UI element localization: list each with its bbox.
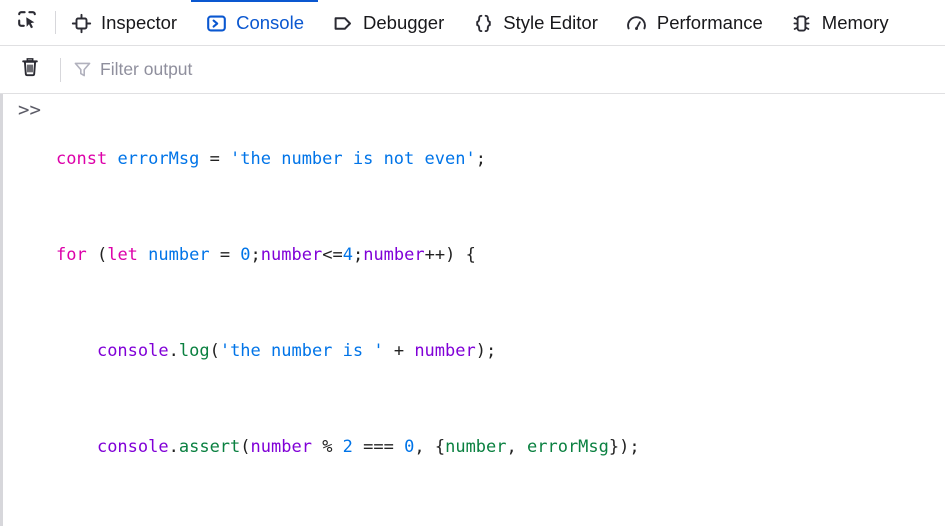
console-input-code: const errorMsg = 'the number is not even… (56, 94, 945, 526)
tab-console[interactable]: Console (191, 0, 318, 45)
keyword-let: let (107, 245, 138, 265)
code-line-1: const errorMsg = 'the number is not even… (56, 149, 486, 169)
debugger-icon (332, 13, 354, 35)
console-icon (205, 13, 227, 35)
filter-icon (73, 60, 92, 79)
method-log: log (178, 341, 210, 361)
tab-console-label: Console (236, 12, 304, 34)
tab-performance-label: Performance (656, 12, 763, 34)
console-filter-toolbar (0, 46, 945, 94)
devtools-window: Inspector Console Debugger Style Editor … (0, 0, 945, 526)
filter-input[interactable] (100, 59, 935, 80)
code-line-4: console.assert(number % 2 === 0, {number… (96, 437, 640, 457)
code-line-2: for (let number = 0;number<=4;number++) … (56, 245, 476, 265)
element-picker-icon (16, 9, 38, 36)
tab-inspector-label: Inspector (101, 12, 178, 34)
identifier-errormsg: errorMsg (117, 149, 200, 169)
console-output: >> const errorMsg = 'the number is not e… (0, 94, 945, 526)
string-literal: 'the number is not even' (230, 149, 476, 169)
tab-memory[interactable]: Memory (777, 0, 903, 45)
tab-inspector[interactable]: Inspector (56, 0, 191, 45)
filter-input-wrapper[interactable] (73, 55, 935, 85)
memory-icon (791, 13, 813, 35)
element-picker-button[interactable] (12, 8, 42, 38)
inspector-icon (70, 13, 92, 35)
tab-performance[interactable]: Performance (612, 0, 777, 45)
tab-memory-label: Memory (821, 12, 889, 34)
devtools-tab-list: Inspector Console Debugger Style Editor … (56, 0, 945, 45)
performance-icon (626, 13, 648, 35)
element-picker-wrapper (0, 0, 56, 45)
code-line-3: console.log('the number is ' + number); (96, 341, 497, 361)
prompt-marker: >> (18, 99, 41, 121)
tab-style-editor[interactable]: Style Editor (458, 0, 612, 45)
method-assert: assert (178, 437, 241, 457)
trash-icon (19, 56, 41, 83)
tab-debugger-label: Debugger (363, 12, 445, 34)
devtools-toolbar: Inspector Console Debugger Style Editor … (0, 0, 945, 46)
keyword-const: const (56, 149, 108, 169)
tab-debugger[interactable]: Debugger (318, 0, 458, 45)
console-input-row: >> const errorMsg = 'the number is not e… (0, 94, 945, 526)
filterbar-divider (60, 57, 61, 82)
tab-style-editor-label: Style Editor (503, 12, 598, 34)
clear-console-button[interactable] (14, 54, 46, 86)
object-console: console (96, 341, 169, 361)
style-editor-icon (472, 13, 494, 35)
keyword-for: for (56, 245, 87, 265)
